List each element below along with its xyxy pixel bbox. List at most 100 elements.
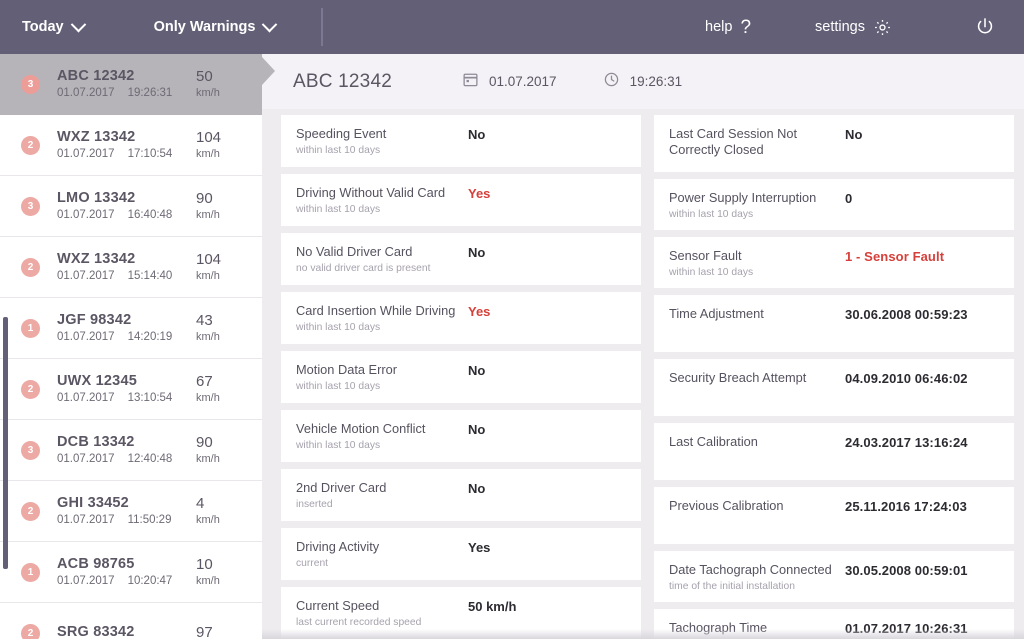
vehicle-event-row[interactable]: 2UWX 1234501.07.201713:10:5467km/h [0,359,262,420]
vehicle-event-row[interactable]: 2SRG 8334297 [0,603,262,639]
sidebar-scrollbar-thumb[interactable] [3,317,8,569]
warning-count-badge: 2 [21,380,40,399]
vehicle-event-timestamp: 01.07.2017 13:10:54 [57,392,196,406]
detail-card-value: 24.03.2017 13:16:24 [845,434,968,450]
type-filter-dropdown[interactable]: Only Warnings [154,19,276,35]
vehicle-speed: 90km/h [196,190,254,221]
detail-time-value: 19:26:31 [630,74,683,89]
vehicle-speed: 104 km/h [196,129,254,160]
warning-count-badge: 2 [21,624,40,639]
detail-card-label: Current Speedlast current recorded speed [296,598,468,630]
warning-count-badge: 1 [21,563,40,582]
warning-count-badge: 2 [21,502,40,521]
vehicle-event-list: 3ABC 1234201.07.201719:26:3150km/h 2 WXZ 1… [0,54,262,639]
vehicle-event-row[interactable]: 2GHI 3345201.07.201711:50:294km/h [0,481,262,542]
speed-unit: km/h [196,87,254,100]
detail-card: Driving ActivitycurrentYes [281,528,641,580]
detail-card-title: Card Insertion While Driving [296,303,460,319]
period-filter-dropdown[interactable]: Today [22,19,84,35]
page-body: 3ABC 1234201.07.201719:26:3150km/h 2 WXZ 1… [0,54,1024,639]
detail-card-value: No [468,126,485,142]
vehicle-plate: DCB 13342 [57,433,196,451]
speed-unit: km/h [196,148,254,161]
vehicle-event-info: ACB 9876501.07.201710:20:47 [57,555,196,589]
detail-card: Tachograph Time01.07.2017 10:26:31 [654,609,1014,639]
speed-value: 90 [196,190,254,207]
event-date: 01.07.2017 [57,392,115,406]
speed-value: 97 [196,624,254,639]
event-date: 01.07.2017 [57,87,115,101]
vehicle-event-info: ABC 1234201.07.201719:26:31 [57,67,196,101]
vehicle-event-row[interactable]: 3LMO 1334201.07.201716:40:4890km/h [0,176,262,237]
vehicle-speed: 90km/h [196,434,254,465]
toolbar-divider [321,8,323,46]
vehicle-event-row[interactable]: 3 DCB 13342 01.07.201712:40:4890km/h [0,420,262,481]
vehicle-event-timestamp: 01.07.201711:50:29 [57,514,196,528]
vehicle-event-timestamp: 01.07.2017 10:20:47 [57,575,196,589]
vehicle-event-row[interactable]: 1ACB 9876501.07.201710:20:4710km/h [0,542,262,603]
vehicle-event-timestamp: 01.07.201712:40:48 [57,453,196,467]
vehicle-event-row[interactable]: 1JGF 9834201.07.201714:20:1943km/h [0,298,262,359]
warning-count-badge: 3 [21,441,40,460]
detail-card-value: Yes [468,539,490,555]
vehicle-event-row[interactable]: 3ABC 1234201.07.201719:26:3150km/h [0,54,262,115]
vehicle-event-info: WXZ 1334201.07.201717:10:54 [57,128,196,162]
detail-card-label: Date Tachograph Connectedtime of the ini… [669,562,845,594]
vehicle-event-info: UWX 1234501.07.201713:10:54 [57,372,196,406]
speed-value: 4 [196,495,254,512]
vehicle-speed: 104km/h [196,251,254,282]
speed-unit: km/h [196,392,254,405]
detail-card-title: Sensor Fault [669,248,837,264]
sidebar-scrollbar[interactable] [3,54,8,639]
speed-value: 104 [196,129,254,146]
vehicle-speed: 97 [196,624,254,639]
detail-card: Previous Calibration25.11.2016 17:24:03 [654,487,1014,544]
detail-card-label: Driving Activitycurrent [296,539,468,571]
detail-card-label: Last Calibration [669,434,845,450]
detail-card-subtitle: no valid driver card is present [296,263,460,275]
vehicle-speed: 43km/h [196,312,254,343]
vehicle-plate: LMO 13342 [57,189,196,207]
vehicle-event-row[interactable]: 2WXZ 1334201.07.201715:14:40104km/h [0,237,262,298]
event-time: 10:20:47 [128,575,173,589]
event-date: 01.07.2017 [57,148,115,162]
vehicle-speed: 10km/h [196,556,254,587]
detail-card-title: Tachograph Time [669,620,837,636]
detail-card-label: Speeding Eventwithin last 10 days [296,126,468,158]
type-filter-label: Only Warnings [154,19,256,35]
event-time: 13:10:54 [128,392,173,406]
detail-card-title: Speeding Event [296,126,460,142]
settings-button[interactable]: settings [815,18,892,37]
detail-card-value: 30.06.2008 00:59:23 [845,306,968,322]
event-time: 15:14:40 [128,270,173,284]
period-filter-label: Today [22,19,64,35]
detail-card-value: 04.09.2010 06:46:02 [845,370,968,386]
page-title: ABC 12342 [293,71,392,93]
detail-date-value: 01.07.2017 [489,74,557,89]
detail-card-value-alert: Yes [468,303,490,319]
speed-unit: km/h [196,270,254,283]
vehicle-event-list-scroll[interactable]: 3ABC 1234201.07.201719:26:3150km/h 2 WXZ 1… [0,54,262,639]
settings-label: settings [815,19,865,35]
detail-card-title: Power Supply Interruption [669,190,837,206]
top-bar-actions: help ? settings [705,0,1024,54]
detail-cards: Speeding Eventwithin last 10 daysNoDrivi… [262,109,1024,639]
vehicle-event-timestamp: 01.07.201715:14:40 [57,270,196,284]
detail-card: Sensor Faultwithin last 10 days1 - Senso… [654,237,1014,288]
detail-time: 19:26:31 [603,71,683,93]
detail-card-value: No [468,480,485,496]
event-time: 14:20:19 [128,331,173,345]
detail-card: Speeding Eventwithin last 10 daysNo [281,115,641,167]
detail-card-value: 30.05.2008 00:59:01 [845,562,968,578]
detail-card: Date Tachograph Connectedtime of the ini… [654,551,1014,602]
detail-card-value-alert: 1 - Sensor Fault [845,248,944,264]
power-button[interactable] [974,16,996,38]
chevron-down-icon [262,16,278,32]
vehicle-event-timestamp: 01.07.201714:20:19 [57,331,196,345]
help-button[interactable]: help ? [705,18,751,37]
vehicle-plate: JGF 98342 [57,311,196,329]
vehicle-event-row[interactable]: 2WXZ 1334201.07.201717:10:54104km/h [0,115,262,176]
event-time: 12:40:48 [128,453,173,467]
event-date: 01.07.2017 [57,575,115,589]
detail-panel: ABC 12342 01.07.2017 [262,54,1024,639]
